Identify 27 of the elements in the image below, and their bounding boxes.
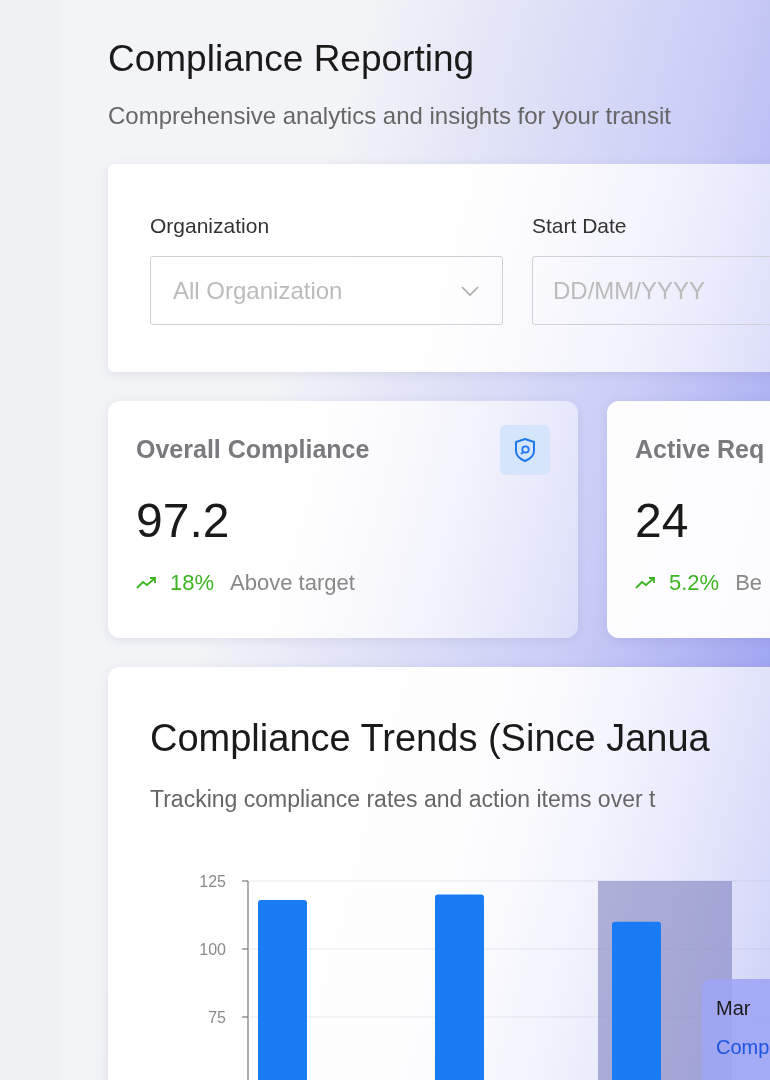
date-field[interactable]: DD/MM/YYYY [532, 256, 770, 325]
chevron-down-icon [460, 284, 480, 297]
change-note: Be [735, 570, 763, 596]
axis-tick-label: 75 [208, 1009, 226, 1026]
change-note: Above target [230, 570, 355, 596]
bar[interactable] [612, 921, 661, 1080]
axis-tick-label: 125 [199, 873, 226, 890]
page-title: Compliance Reporting [108, 38, 476, 80]
tooltip-series: Comp [716, 1036, 770, 1059]
bar[interactable] [435, 894, 484, 1080]
stat-value: 24 [635, 493, 690, 548]
chart-title: Compliance Trends (Since Janua [150, 717, 711, 760]
change-percent: 5.2% [669, 570, 720, 596]
stat-title: Active Req [635, 435, 765, 464]
stat-value: 97.2 [136, 493, 231, 548]
change-percent: 18% [170, 570, 215, 596]
field-label: Organization [150, 214, 271, 238]
axis-tick-label: 100 [199, 941, 226, 958]
tooltip-label: Mar [716, 997, 752, 1020]
bar[interactable] [258, 900, 307, 1080]
trend-up-icon [136, 576, 158, 590]
stat-title: Overall Compliance [136, 435, 370, 464]
trend-up-icon [635, 576, 657, 590]
chart-subtitle: Tracking compliance rates and action items over t [150, 786, 657, 813]
field-label: Start Date [532, 214, 628, 238]
page-subtitle: Comprehensive analytics and insights for your transit [108, 102, 672, 130]
organization-select[interactable]: All Organization [150, 256, 503, 325]
